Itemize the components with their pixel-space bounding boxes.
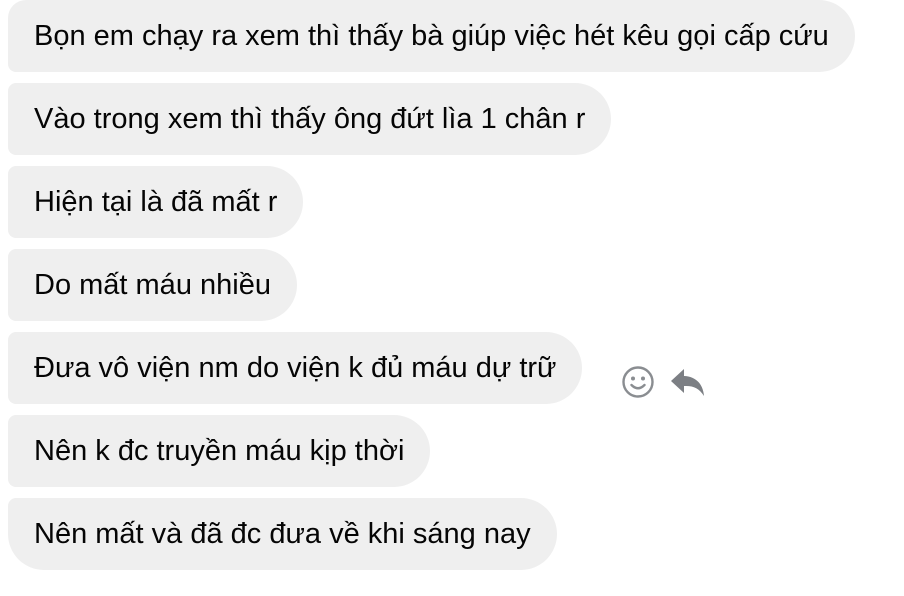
message-row: Nên mất và đã đc đưa về khi sáng nay [8,498,898,581]
react-button[interactable] [620,364,656,400]
reply-icon [669,365,707,399]
message-row: Hiện tại là đã mất r [8,166,898,249]
message-bubble[interactable]: Hiện tại là đã mất r [8,166,304,238]
message-bubble[interactable]: Nên k đc truyền máu kịp thời [8,415,431,487]
reply-button[interactable] [670,364,706,400]
message-row: Bọn em chạy ra xem thì thấy bà giúp việc… [8,0,898,83]
smiley-icon [621,365,655,399]
message-thread: Bọn em chạy ra xem thì thấy bà giúp việc… [8,0,898,581]
message-bubble[interactable]: Do mất máu nhiều [8,249,297,321]
message-bubble[interactable]: Vào trong xem thì thấy ông đứt lìa 1 châ… [8,83,612,155]
message-row-hovered: Đưa vô viện nm do viện k đủ máu dự trữ [8,332,898,415]
message-row: Do mất máu nhiều [8,249,898,332]
message-row: Nên k đc truyền máu kịp thời [8,415,898,498]
message-bubble[interactable]: Nên mất và đã đc đưa về khi sáng nay [8,498,557,570]
message-row: Vào trong xem thì thấy ông đứt lìa 1 châ… [8,83,898,166]
message-hover-actions [620,362,706,402]
message-bubble[interactable]: Đưa vô viện nm do viện k đủ máu dự trữ [8,332,583,404]
message-bubble[interactable]: Bọn em chạy ra xem thì thấy bà giúp việc… [8,0,855,72]
